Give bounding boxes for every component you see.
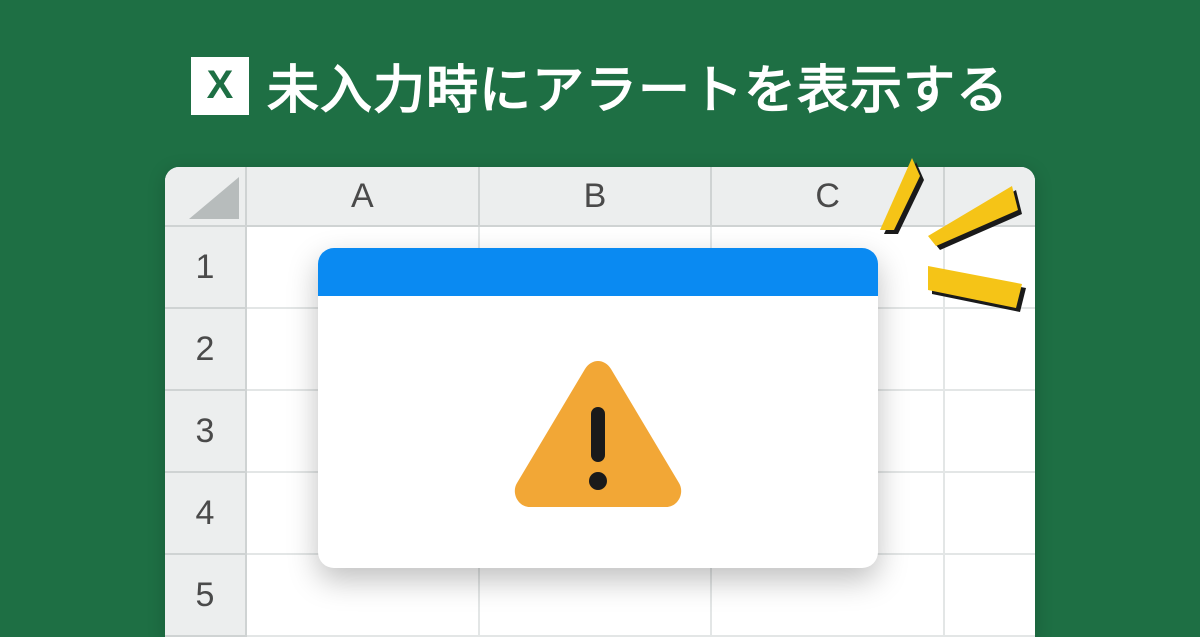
select-all-corner[interactable] (165, 167, 247, 227)
row-header[interactable]: 4 (165, 473, 247, 555)
warning-icon (513, 357, 683, 507)
alert-dialog (318, 248, 878, 568)
dialog-titlebar[interactable] (318, 248, 878, 296)
row-header[interactable]: 3 (165, 391, 247, 473)
row-header[interactable]: 5 (165, 555, 247, 637)
emphasis-wedge-icon (928, 186, 1018, 246)
row-header[interactable]: 1 (165, 227, 247, 309)
cell[interactable] (945, 309, 1035, 391)
emphasis-wedge-icon (928, 260, 1022, 308)
emphasis-wedge-icon (872, 158, 920, 230)
page-title: 未入力時にアラートを表示する (267, 48, 1009, 123)
excel-icon-letter: X (207, 63, 234, 108)
page-header: X 未入力時にアラートを表示する (0, 48, 1200, 123)
column-header[interactable]: B (480, 167, 713, 227)
cell[interactable] (945, 391, 1035, 473)
cell[interactable] (945, 473, 1035, 555)
cell[interactable] (945, 555, 1035, 637)
column-header[interactable]: A (247, 167, 480, 227)
dialog-body (318, 296, 878, 568)
excel-icon: X (191, 57, 249, 115)
row-header[interactable]: 2 (165, 309, 247, 391)
